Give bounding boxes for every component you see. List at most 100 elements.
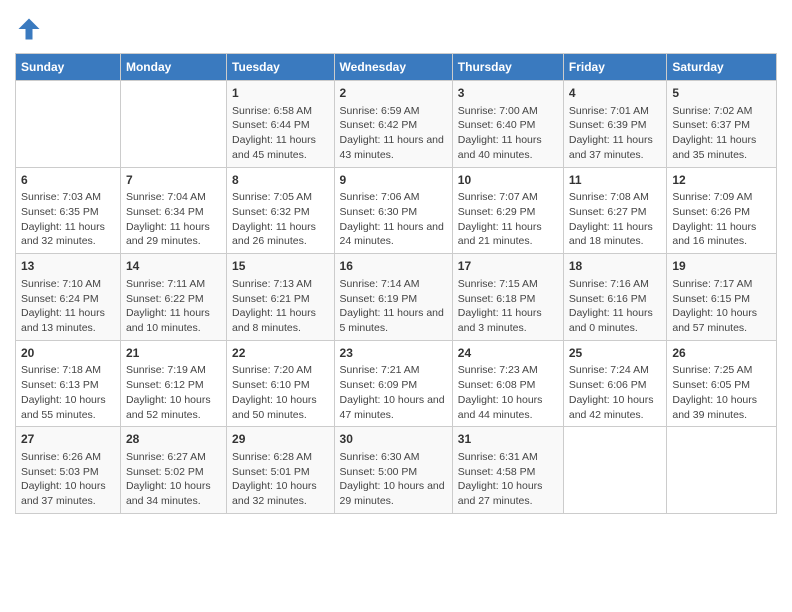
calendar-week-2: 6Sunrise: 7:03 AMSunset: 6:35 PMDaylight…	[16, 167, 777, 254]
logo-icon	[15, 15, 43, 43]
calendar-cell: 22Sunrise: 7:20 AMSunset: 6:10 PMDayligh…	[227, 340, 335, 427]
calendar-cell: 11Sunrise: 7:08 AMSunset: 6:27 PMDayligh…	[563, 167, 667, 254]
day-details: Sunrise: 7:25 AMSunset: 6:05 PMDaylight:…	[672, 363, 771, 422]
calendar-cell: 29 Sunrise: 6:28 AMSunset: 5:01 PMDayligh…	[227, 427, 335, 514]
day-details: Sunrise: 7:03 AMSunset: 6:35 PMDaylight:…	[21, 190, 115, 249]
weekday-header-tuesday: Tuesday	[227, 54, 335, 81]
day-details: Sunrise: 7:17 AMSunset: 6:15 PMDaylight:…	[672, 277, 771, 336]
calendar-cell: 25Sunrise: 7:24 AMSunset: 6:06 PMDayligh…	[563, 340, 667, 427]
calendar-cell: 10Sunrise: 7:07 AMSunset: 6:29 PMDayligh…	[452, 167, 563, 254]
calendar-table: SundayMondayTuesdayWednesdayThursdayFrid…	[15, 53, 777, 514]
day-number: 31	[458, 431, 558, 448]
day-number: 25	[569, 345, 662, 362]
calendar-cell: 20Sunrise: 7:18 AMSunset: 6:13 PMDayligh…	[16, 340, 121, 427]
day-details: Sunrise: 7:05 AMSunset: 6:32 PMDaylight:…	[232, 190, 329, 249]
calendar-cell: 16 Sunrise: 7:14 AMSunset: 6:19 PMDayligh…	[334, 254, 452, 341]
day-details: Sunrise: 6:30 AMSunset: 5:00 PMDaylight:…	[340, 450, 447, 509]
calendar-week-5: 27 Sunrise: 6:26 AMSunset: 5:03 PMDayligh…	[16, 427, 777, 514]
calendar-cell: 3 Sunrise: 7:00 AMSunset: 6:40 PMDaylight…	[452, 81, 563, 168]
day-number: 17	[458, 258, 558, 275]
logo	[15, 15, 47, 43]
calendar-cell: 27 Sunrise: 6:26 AMSunset: 5:03 PMDayligh…	[16, 427, 121, 514]
day-details: Sunrise: 7:10 AMSunset: 6:24 PMDaylight:…	[21, 277, 115, 336]
day-details: Sunrise: 7:19 AMSunset: 6:12 PMDaylight:…	[126, 363, 221, 422]
day-number: 11	[569, 172, 662, 189]
day-details: Sunrise: 7:11 AMSunset: 6:22 PMDaylight:…	[126, 277, 221, 336]
day-number: 15	[232, 258, 329, 275]
day-details: Sunrise: 6:26 AMSunset: 5:03 PMDaylight:…	[21, 450, 115, 509]
calendar-cell: 1 Sunrise: 6:58 AMSunset: 6:44 PMDaylight…	[227, 81, 335, 168]
calendar-cell	[120, 81, 226, 168]
day-number: 28	[126, 431, 221, 448]
day-number: 3	[458, 85, 558, 102]
calendar-cell: 4 Sunrise: 7:01 AMSunset: 6:39 PMDaylight…	[563, 81, 667, 168]
day-details: Sunrise: 6:31 AMSunset: 4:58 PMDaylight:…	[458, 450, 558, 509]
calendar-cell: 9Sunrise: 7:06 AMSunset: 6:30 PMDaylight…	[334, 167, 452, 254]
day-number: 19	[672, 258, 771, 275]
day-number: 8	[232, 172, 329, 189]
calendar-cell: 24Sunrise: 7:23 AMSunset: 6:08 PMDayligh…	[452, 340, 563, 427]
day-details: Sunrise: 7:14 AMSunset: 6:19 PMDaylight:…	[340, 277, 447, 336]
calendar-cell: 30 Sunrise: 6:30 AMSunset: 5:00 PMDayligh…	[334, 427, 452, 514]
day-number: 9	[340, 172, 447, 189]
calendar-cell: 12Sunrise: 7:09 AMSunset: 6:26 PMDayligh…	[667, 167, 777, 254]
day-number: 30	[340, 431, 447, 448]
day-number: 24	[458, 345, 558, 362]
day-number: 22	[232, 345, 329, 362]
day-number: 26	[672, 345, 771, 362]
day-number: 14	[126, 258, 221, 275]
weekday-header-thursday: Thursday	[452, 54, 563, 81]
calendar-cell: 8Sunrise: 7:05 AMSunset: 6:32 PMDaylight…	[227, 167, 335, 254]
day-details: Sunrise: 7:21 AMSunset: 6:09 PMDaylight:…	[340, 363, 447, 422]
day-details: Sunrise: 7:15 AMSunset: 6:18 PMDaylight:…	[458, 277, 558, 336]
day-number: 12	[672, 172, 771, 189]
calendar-cell	[667, 427, 777, 514]
day-details: Sunrise: 6:59 AMSunset: 6:42 PMDaylight:…	[340, 104, 447, 163]
day-number: 5	[672, 85, 771, 102]
day-details: Sunrise: 7:06 AMSunset: 6:30 PMDaylight:…	[340, 190, 447, 249]
day-number: 7	[126, 172, 221, 189]
day-details: Sunrise: 7:08 AMSunset: 6:27 PMDaylight:…	[569, 190, 662, 249]
day-number: 2	[340, 85, 447, 102]
day-details: Sunrise: 7:04 AMSunset: 6:34 PMDaylight:…	[126, 190, 221, 249]
day-details: Sunrise: 6:58 AMSunset: 6:44 PMDaylight:…	[232, 104, 329, 163]
day-details: Sunrise: 7:01 AMSunset: 6:39 PMDaylight:…	[569, 104, 662, 163]
day-details: Sunrise: 7:20 AMSunset: 6:10 PMDaylight:…	[232, 363, 329, 422]
day-details: Sunrise: 7:02 AMSunset: 6:37 PMDaylight:…	[672, 104, 771, 163]
weekday-header-monday: Monday	[120, 54, 226, 81]
calendar-cell: 17 Sunrise: 7:15 AMSunset: 6:18 PMDayligh…	[452, 254, 563, 341]
calendar-cell: 15 Sunrise: 7:13 AMSunset: 6:21 PMDayligh…	[227, 254, 335, 341]
page-header	[15, 15, 777, 43]
calendar-cell: 26Sunrise: 7:25 AMSunset: 6:05 PMDayligh…	[667, 340, 777, 427]
day-number: 29	[232, 431, 329, 448]
calendar-cell: 5 Sunrise: 7:02 AMSunset: 6:37 PMDaylight…	[667, 81, 777, 168]
day-number: 1	[232, 85, 329, 102]
day-number: 4	[569, 85, 662, 102]
day-details: Sunrise: 6:27 AMSunset: 5:02 PMDaylight:…	[126, 450, 221, 509]
day-details: Sunrise: 7:13 AMSunset: 6:21 PMDaylight:…	[232, 277, 329, 336]
day-details: Sunrise: 7:24 AMSunset: 6:06 PMDaylight:…	[569, 363, 662, 422]
calendar-week-3: 13 Sunrise: 7:10 AMSunset: 6:24 PMDayligh…	[16, 254, 777, 341]
calendar-cell	[16, 81, 121, 168]
day-details: Sunrise: 6:28 AMSunset: 5:01 PMDaylight:…	[232, 450, 329, 509]
calendar-cell: 14 Sunrise: 7:11 AMSunset: 6:22 PMDayligh…	[120, 254, 226, 341]
calendar-week-1: 1 Sunrise: 6:58 AMSunset: 6:44 PMDaylight…	[16, 81, 777, 168]
calendar-cell: 2 Sunrise: 6:59 AMSunset: 6:42 PMDaylight…	[334, 81, 452, 168]
calendar-cell: 28 Sunrise: 6:27 AMSunset: 5:02 PMDayligh…	[120, 427, 226, 514]
weekday-header-saturday: Saturday	[667, 54, 777, 81]
day-details: Sunrise: 7:23 AMSunset: 6:08 PMDaylight:…	[458, 363, 558, 422]
weekday-header-wednesday: Wednesday	[334, 54, 452, 81]
day-number: 13	[21, 258, 115, 275]
day-number: 6	[21, 172, 115, 189]
calendar-cell	[563, 427, 667, 514]
weekday-header-sunday: Sunday	[16, 54, 121, 81]
day-number: 10	[458, 172, 558, 189]
day-number: 18	[569, 258, 662, 275]
weekday-header-friday: Friday	[563, 54, 667, 81]
day-number: 27	[21, 431, 115, 448]
day-details: Sunrise: 7:18 AMSunset: 6:13 PMDaylight:…	[21, 363, 115, 422]
day-number: 16	[340, 258, 447, 275]
day-details: Sunrise: 7:00 AMSunset: 6:40 PMDaylight:…	[458, 104, 558, 163]
calendar-cell: 31 Sunrise: 6:31 AMSunset: 4:58 PMDayligh…	[452, 427, 563, 514]
day-number: 20	[21, 345, 115, 362]
